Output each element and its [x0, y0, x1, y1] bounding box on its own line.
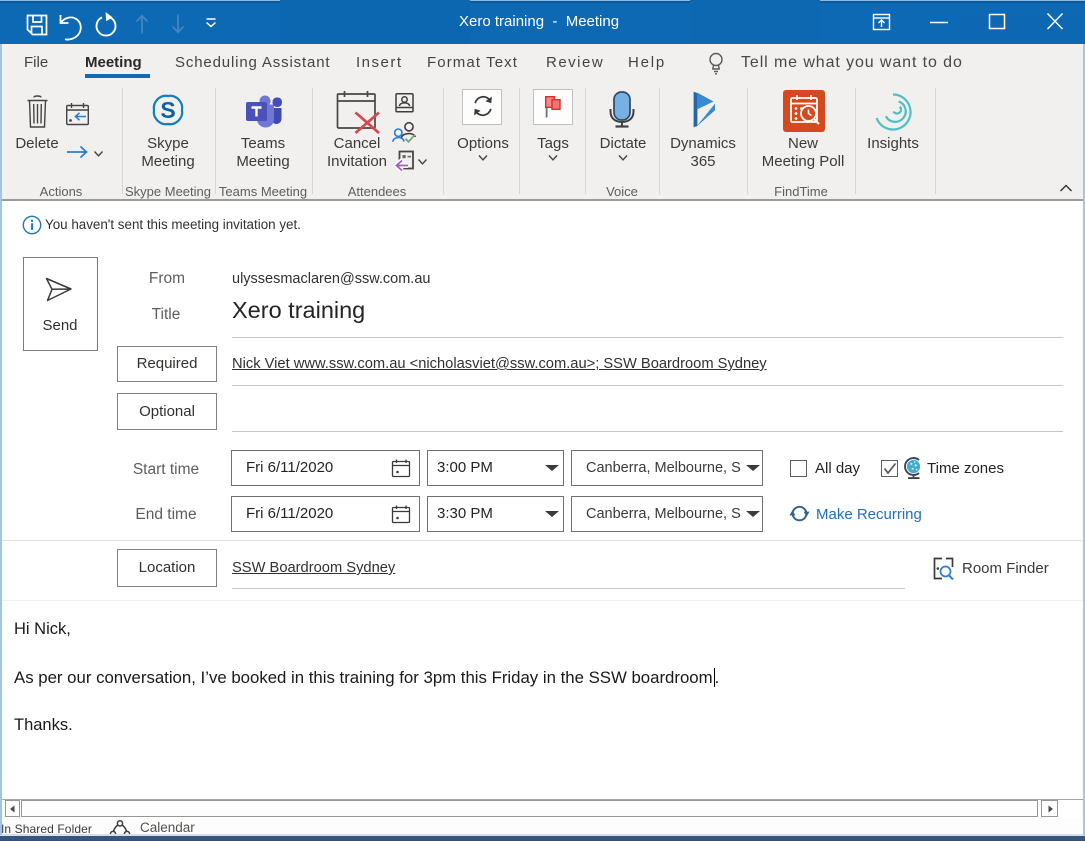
svg-text:S: S	[160, 97, 175, 123]
